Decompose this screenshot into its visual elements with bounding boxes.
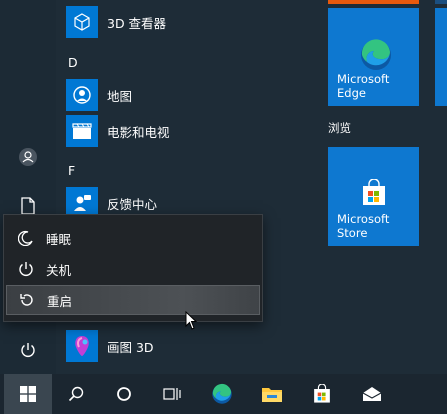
restart-label: 重启 (47, 293, 73, 309)
power-menu: 睡眠 关机 重启 (3, 214, 263, 322)
taskbar-mail-button[interactable] (348, 374, 396, 414)
power-menu-restart[interactable]: 重启 (6, 285, 260, 315)
tile-microsoft-store[interactable]: Microsoft Store (328, 147, 419, 246)
mail-icon (362, 387, 382, 401)
tile-label: Microsoft Edge (337, 72, 390, 100)
partial-tile-top-right[interactable] (435, 0, 447, 4)
app-label: 地图 (107, 88, 133, 104)
folder-icon (262, 388, 282, 402)
app-movies-tv[interactable]: 电影和电视 (66, 113, 170, 149)
taskbar (0, 374, 447, 414)
power-icon (21, 343, 35, 357)
3d-viewer-icon (66, 6, 98, 38)
moon-icon (18, 230, 33, 246)
task-view-button[interactable] (148, 374, 196, 414)
store-bag-icon (314, 384, 330, 403)
document-icon (21, 197, 35, 215)
power-icon (19, 262, 33, 276)
start-button[interactable] (4, 374, 52, 414)
windows-logo-icon (20, 386, 36, 402)
app-maps[interactable]: 地图 (66, 77, 132, 113)
paint-3d-icon (66, 330, 98, 362)
user-account-button[interactable] (0, 137, 56, 177)
mouse-cursor-icon (185, 311, 198, 330)
power-menu-shutdown[interactable]: 关机 (6, 254, 260, 284)
maps-icon (66, 79, 98, 111)
app-label: 画图 3D (107, 339, 154, 355)
letter-header-f[interactable]: F (68, 163, 75, 178)
tile-microsoft-edge[interactable]: Microsoft Edge (328, 8, 419, 106)
power-button[interactable] (0, 330, 56, 370)
app-3d-viewer[interactable]: 3D 查看器 (66, 4, 166, 40)
partial-tile-top[interactable] (328, 0, 419, 4)
taskbar-edge-button[interactable] (198, 374, 246, 414)
shutdown-label: 关机 (46, 262, 72, 278)
app-label: 反馈中心 (107, 196, 158, 212)
letter-header-d[interactable]: D (68, 55, 78, 70)
tile-label: Microsoft Store (337, 212, 390, 240)
taskbar-store-button[interactable] (298, 374, 346, 414)
taskbar-file-explorer-button[interactable] (248, 374, 296, 414)
movies-tv-icon (66, 115, 98, 147)
edge-logo-icon (212, 383, 232, 404)
tiles-area: Microsoft Edge 浏览 Microsoft Store (316, 0, 447, 374)
search-button[interactable] (52, 374, 100, 414)
store-bag-icon (363, 179, 385, 205)
user-avatar-icon (19, 148, 37, 166)
edge-logo-icon (361, 39, 391, 70)
app-label: 3D 查看器 (107, 15, 167, 31)
cortana-circle-icon (117, 387, 131, 401)
power-menu-sleep[interactable]: 睡眠 (6, 223, 260, 253)
task-view-icon (163, 388, 181, 400)
group-label-browse[interactable]: 浏览 (328, 120, 351, 136)
restart-icon (20, 294, 33, 306)
app-label: 电影和电视 (107, 124, 170, 140)
app-paint-3d[interactable]: 画图 3D (66, 328, 154, 364)
tile-partial-right[interactable] (435, 8, 447, 106)
sleep-label: 睡眠 (46, 231, 72, 247)
cortana-button[interactable] (100, 374, 148, 414)
search-icon (68, 386, 84, 402)
